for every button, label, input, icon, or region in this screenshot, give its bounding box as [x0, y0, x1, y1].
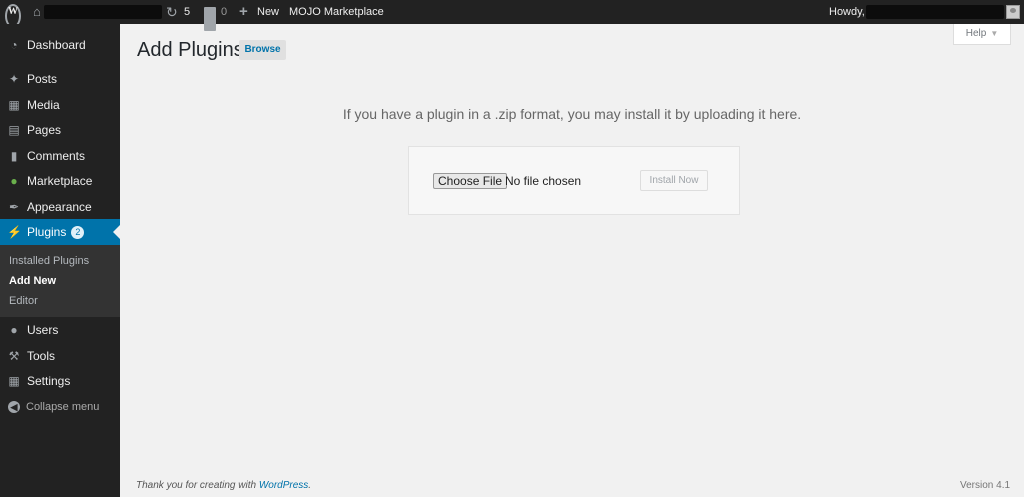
avatar[interactable] — [1006, 5, 1020, 19]
marketplace-icon: ● — [10, 174, 18, 188]
pages-icon: ▤ — [8, 123, 20, 137]
sidebar-item-plugins[interactable]: ⚡ Plugins 2 — [0, 219, 120, 245]
help-tab-button[interactable]: Help ▼ — [953, 24, 1011, 45]
sidebar-item-media[interactable]: ▦ Media — [0, 92, 120, 118]
mojo-marketplace-link[interactable]: MOJO Marketplace — [289, 0, 384, 24]
plugins-update-badge: 2 — [71, 226, 85, 239]
file-status-text: No file chosen — [505, 174, 582, 188]
caret-down-icon: ▼ — [990, 29, 999, 38]
sidebar-item-label: Settings — [27, 374, 71, 388]
submenu-add-new[interactable]: Add New — [9, 271, 56, 291]
browse-button[interactable]: Browse — [239, 40, 286, 60]
collapse-menu-button[interactable]: ◀ Collapse menu — [0, 394, 120, 420]
updates-icon[interactable]: ↻ — [166, 0, 178, 24]
updates-count[interactable]: 5 — [184, 0, 190, 24]
sidebar-item-pages[interactable]: ▤ Pages — [0, 117, 120, 143]
page-title: Add Plugins — [137, 39, 244, 61]
footer-thanks-text: Thank you for creating with — [136, 480, 259, 491]
choose-file-button[interactable]: Choose File — [433, 173, 508, 189]
sidebar-item-label: Plugins — [27, 225, 67, 239]
upload-instructions: If you have a plugin in a .zip format, y… — [342, 106, 802, 122]
sidebar-item-comments[interactable]: ▮ Comments — [0, 143, 120, 169]
sidebar-item-label: Appearance — [27, 200, 92, 214]
sidebar-item-label: Marketplace — [27, 174, 93, 188]
footer-thanks-suffix: . — [308, 480, 312, 491]
sidebar-item-label: Pages — [27, 123, 62, 137]
wordpress-link[interactable]: WordPress — [259, 480, 308, 491]
admin-sidebar: ◔ Dashboard ✦ Posts ▦ Media ▤ Pages ▮ Co… — [0, 24, 120, 497]
sidebar-item-label: Media — [27, 98, 60, 112]
sidebar-item-label: Users — [27, 323, 59, 337]
footer-version: Version 4.1 — [960, 480, 1011, 491]
help-label: Help — [965, 28, 987, 39]
sidebar-item-label: Tools — [27, 349, 56, 363]
sidebar-item-dashboard[interactable]: ◔ Dashboard — [0, 32, 120, 58]
sidebar-item-label: Posts — [27, 72, 58, 86]
submenu-editor[interactable]: Editor — [9, 291, 38, 311]
media-icon: ▦ — [8, 98, 20, 112]
home-icon[interactable]: ⌂ — [33, 0, 41, 24]
site-name-redacted[interactable] — [44, 5, 162, 19]
collapse-menu-label: Collapse menu — [26, 401, 100, 413]
wrench-icon: ⚒ — [8, 349, 20, 363]
sidebar-item-settings[interactable]: ▦ Settings — [0, 368, 120, 394]
pin-icon: ✦ — [8, 72, 20, 86]
settings-icon: ▦ — [8, 374, 20, 388]
sidebar-item-users[interactable]: ● Users — [0, 317, 120, 343]
comments-icon[interactable] — [204, 7, 216, 31]
users-icon: ● — [10, 323, 18, 337]
sidebar-item-label: Comments — [27, 149, 86, 163]
paintbrush-icon: ✒ — [8, 200, 20, 214]
sidebar-item-marketplace[interactable]: ● Marketplace — [0, 168, 120, 194]
dashboard-icon: ◔ — [10, 38, 18, 52]
sidebar-item-label: Dashboard — [27, 38, 86, 52]
sidebar-item-posts[interactable]: ✦ Posts — [0, 66, 120, 92]
howdy-label[interactable]: Howdy, — [829, 0, 865, 24]
admin-bar: W ⌂ ↻ 5 0 + New MOJO Marketplace Howdy, — [0, 0, 1024, 31]
new-content-link[interactable]: New — [257, 0, 279, 24]
install-now-button[interactable]: Install Now — [640, 170, 708, 191]
plug-icon: ⚡ — [7, 225, 22, 239]
sidebar-item-plugins-label-wrap: Plugins 2 — [27, 219, 85, 245]
sidebar-item-appearance[interactable]: ✒ Appearance — [0, 194, 120, 220]
comments-count[interactable]: 0 — [221, 0, 227, 24]
submenu-installed-plugins[interactable]: Installed Plugins — [9, 251, 89, 271]
sidebar-item-tools[interactable]: ⚒ Tools — [0, 343, 120, 369]
comments-icon: ▮ — [10, 149, 18, 163]
footer-thanks: Thank you for creating with WordPress. — [136, 480, 311, 491]
collapse-arrow-icon: ◀ — [8, 401, 20, 413]
upload-form: Choose File No file chosen Install Now — [408, 146, 740, 215]
plus-icon[interactable]: + — [239, 0, 248, 24]
user-name-redacted[interactable] — [866, 5, 1004, 19]
plugins-submenu: Installed Plugins Add New Editor — [0, 245, 120, 317]
